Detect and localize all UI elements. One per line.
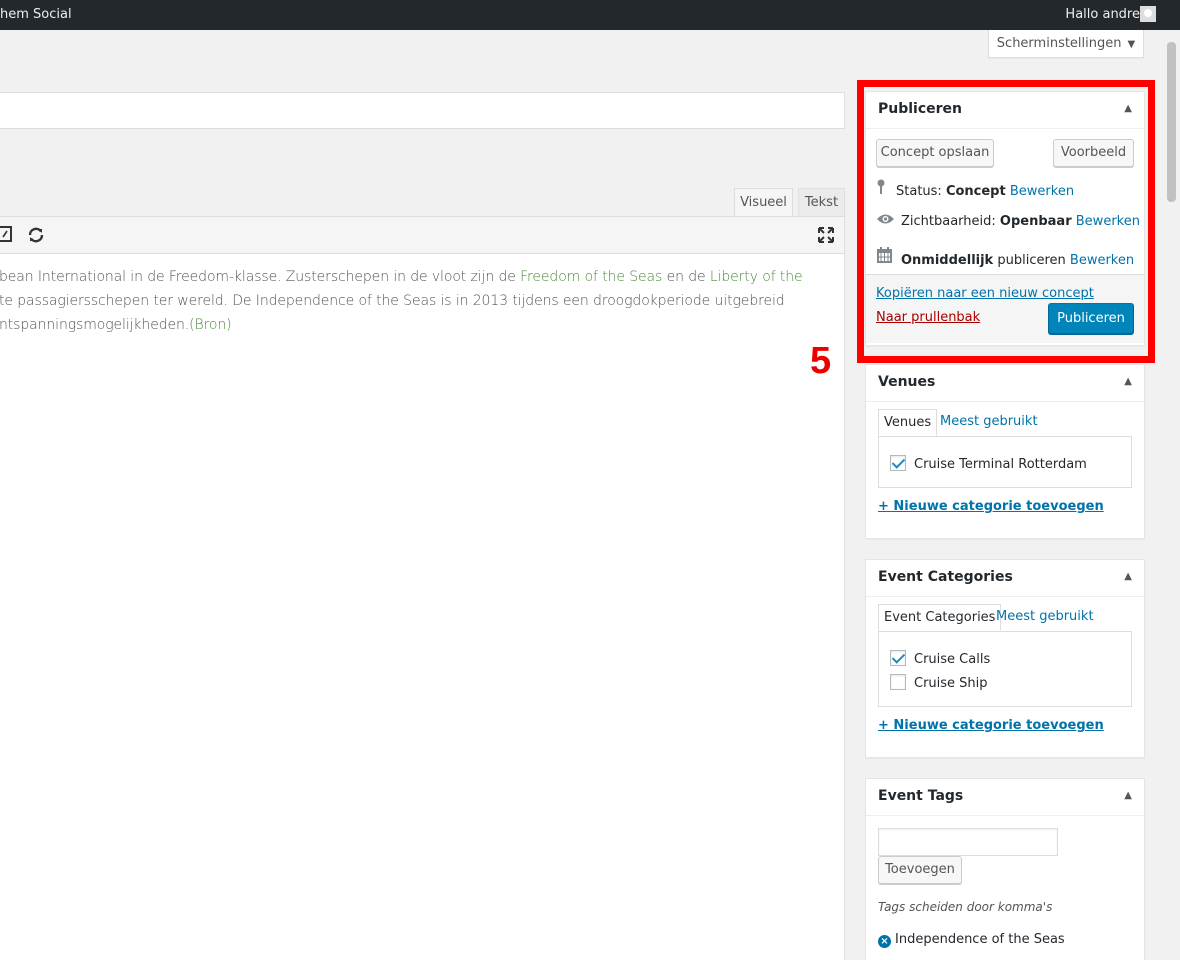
add-tag-button[interactable]: Toevoegen [878,856,962,884]
tab-categories-all[interactable]: Event Categories [878,604,1002,631]
venue-label: Cruise Terminal Rotterdam [914,457,1087,472]
checkbox-checked[interactable] [890,455,906,471]
category-item[interactable]: Cruise Calls [890,650,990,667]
venues-box-title: Venues [878,374,936,390]
venues-box-header[interactable]: Venues ▲ [866,365,1144,402]
tab-text[interactable]: Tekst [798,188,845,217]
screen-options-label: Scherminstellingen [996,36,1122,51]
content-link[interactable]: Liberty of the [710,269,803,285]
event-tags-header[interactable]: Event Tags ▲ [866,779,1144,816]
event-categories-header[interactable]: Event Categories ▲ [866,560,1144,597]
content-line: te passagiersschepen ter wereld. De Inde… [0,293,785,309]
editor-content[interactable]: bean International in de Freedom-klasse.… [0,253,845,960]
tab-venues-popular[interactable]: Meest gebruikt [940,409,1038,436]
user-greeting[interactable]: Hallo andre [1065,7,1140,22]
category-label: Cruise Ship [914,676,988,691]
checkbox-checked[interactable] [890,650,906,666]
content-line: bean International in de Freedom-klasse.… [0,265,803,289]
venue-item[interactable]: Cruise Terminal Rotterdam [890,455,1087,472]
screen-options-button[interactable]: Scherminstellingen ▼ [988,30,1144,58]
post-title-input[interactable] [0,92,845,129]
checkbox-unchecked[interactable] [890,674,906,690]
event-tags-title: Event Tags [878,788,964,804]
site-name-link[interactable]: hem Social [0,7,72,22]
scrollbar-thumb[interactable] [1167,42,1176,202]
fullscreen-icon[interactable] [817,226,835,248]
collapse-icon[interactable]: ▲ [1124,376,1132,387]
tag-label: Independence of the Seas [895,932,1065,947]
code-icon[interactable] [0,226,13,246]
category-item[interactable]: Cruise Ship [890,674,988,691]
add-venue-link[interactable]: + Nieuwe categorie toevoegen [878,499,1104,514]
collapse-icon[interactable]: ▲ [1124,571,1132,582]
event-categories-list [878,631,1132,707]
highlight-frame [857,80,1155,363]
content-link[interactable]: Freedom of the Seas [520,269,662,285]
category-label: Cruise Calls [914,652,991,667]
remove-tag-icon[interactable]: × [878,935,891,948]
new-tag-input[interactable] [878,828,1058,856]
content-text: ntspanningsmogelijkheden. [0,317,190,333]
add-category-link[interactable]: + Nieuwe categorie toevoegen [878,718,1104,733]
content-line: ntspanningsmogelijkheden.(Bron) [0,313,232,337]
tag-item: × Independence of the Seas [878,932,1065,948]
collapse-icon[interactable]: ▲ [1124,790,1132,801]
page-scrollbar[interactable] [1163,30,1180,960]
refresh-icon[interactable] [27,226,45,248]
tags-hint: Tags scheiden door komma's [878,900,1053,914]
content-text: bean International in de Freedom-klasse.… [0,269,521,285]
editor-toolbar [0,216,845,254]
chevron-down-icon: ▼ [1127,39,1136,50]
content-text: en de [662,269,710,285]
tab-visual[interactable]: Visueel [734,188,793,217]
event-categories-title: Event Categories [878,569,1013,585]
tab-categories-popular[interactable]: Meest gebruikt [996,604,1094,631]
admin-bar: hem Social Hallo andre [0,0,1180,30]
content-link[interactable]: (Bron) [189,317,231,333]
step-number-annotation: 5 [810,340,832,382]
tab-venues-all[interactable]: Venues [878,409,938,436]
avatar[interactable] [1140,6,1156,22]
